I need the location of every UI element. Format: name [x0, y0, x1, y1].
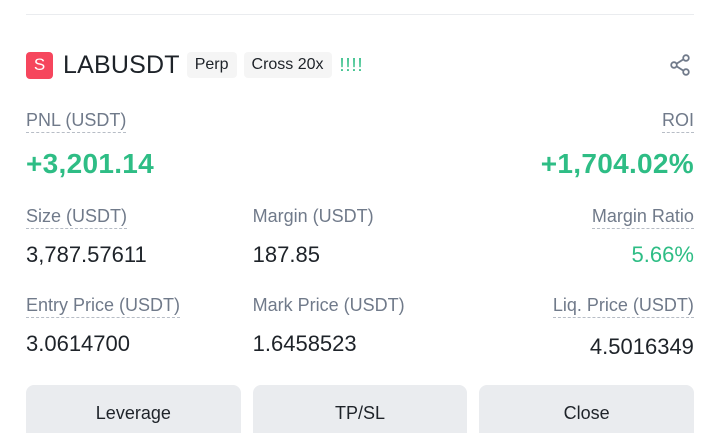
- close-position-button[interactable]: Close: [479, 385, 695, 433]
- margin-ratio-label[interactable]: Margin Ratio: [591, 206, 694, 229]
- pnl-label[interactable]: PNL (USDT): [26, 110, 127, 133]
- size-label[interactable]: Size (USDT): [26, 206, 128, 229]
- top-divider: [26, 14, 694, 15]
- liq-price-label[interactable]: Liq. Price (USDT): [552, 295, 694, 318]
- liq-price-value: 4.5016349: [589, 334, 694, 359]
- mark-price-value: 1.6458523: [252, 331, 357, 356]
- details-labels-row-2: Entry Price (USDT) Mark Price (USDT) Liq…: [26, 295, 694, 318]
- position-actions: Leverage TP/SL Close: [26, 385, 695, 433]
- entry-price-label[interactable]: Entry Price (USDT): [26, 295, 181, 318]
- mark-price-label: Mark Price (USDT): [252, 295, 405, 315]
- details-values-row-1: 3,787.57611 187.85 5.66%: [26, 242, 694, 268]
- position-header: S LABUSDT Perp Cross 20x !!!!: [26, 48, 694, 82]
- short-side-badge: S: [26, 51, 53, 79]
- pnl-values-row: +3,201.14 +1,704.02%: [26, 148, 694, 180]
- details-values-row-2: 3.0614700 1.6458523 4.5016349: [26, 331, 694, 359]
- pnl-value: +3,201.14: [26, 148, 155, 179]
- details-labels-row-1: Size (USDT) Margin (USDT) Margin Ratio: [26, 206, 694, 229]
- margin-value: 187.85: [252, 242, 320, 267]
- symbol-name[interactable]: LABUSDT: [63, 51, 180, 80]
- margin-ratio-value: 5.66%: [631, 242, 694, 267]
- margin-label: Margin (USDT): [252, 206, 374, 226]
- entry-price-value: 3.0614700: [26, 331, 130, 356]
- pnl-labels-row: PNL (USDT) ROI: [26, 110, 694, 133]
- tpsl-button[interactable]: TP/SL: [252, 385, 468, 433]
- roi-label[interactable]: ROI: [661, 110, 694, 133]
- roi-value: +1,704.02%: [540, 148, 694, 179]
- size-value: 3,787.57611: [26, 242, 147, 267]
- margin-mode-tag[interactable]: Cross 20x: [243, 52, 332, 78]
- leverage-button[interactable]: Leverage: [26, 385, 241, 433]
- contract-type-tag: Perp: [186, 52, 237, 78]
- share-icon[interactable]: [666, 51, 694, 79]
- signal-strength-indicator: !!!!: [339, 54, 364, 75]
